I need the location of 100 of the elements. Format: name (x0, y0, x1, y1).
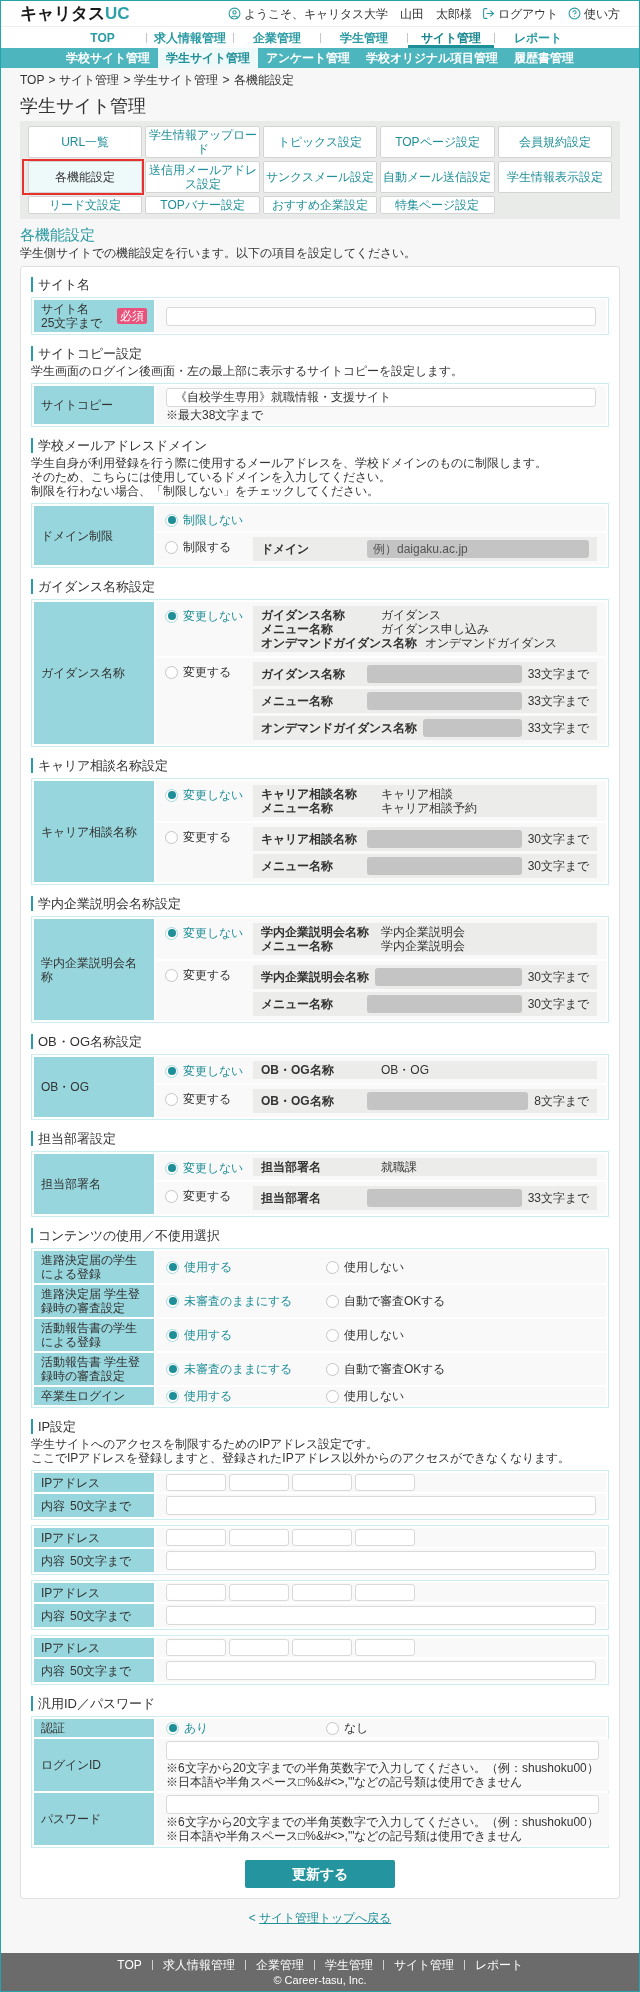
nav-tab[interactable]: 求人情報管理 (146, 27, 233, 48)
footer-link[interactable]: レポート (474, 1957, 523, 1972)
footer-link[interactable]: 企業管理 (255, 1957, 304, 1972)
menu-button[interactable]: リード文設定 (28, 196, 143, 214)
ip-octet-input[interactable] (355, 1584, 415, 1601)
radio-label[interactable]: 使用する (184, 1260, 232, 1274)
breadcrumb-link[interactable]: TOP (20, 73, 45, 87)
menu-button[interactable]: 各機能設定 (28, 161, 143, 193)
radio-label[interactable]: 使用しない (344, 1260, 404, 1274)
radio-button[interactable] (165, 609, 178, 623)
footer-link[interactable]: 求人情報管理 (162, 1957, 235, 1972)
radio-button[interactable] (166, 1328, 179, 1342)
ip-octet-input[interactable] (166, 1474, 226, 1491)
text-input[interactable] (375, 968, 522, 986)
text-input[interactable] (166, 1661, 596, 1680)
footer-link[interactable]: TOP (117, 1957, 142, 1972)
radio-label[interactable]: 変更しない (183, 926, 243, 940)
footer-link[interactable]: サイト管理 (393, 1957, 454, 1972)
sub-nav-tab[interactable]: アンケート管理 (258, 48, 358, 68)
nav-tab[interactable]: 学生管理 (320, 27, 407, 48)
menu-button[interactable]: TOPページ設定 (380, 126, 495, 158)
radio-button[interactable] (326, 1260, 339, 1274)
text-input[interactable] (166, 1606, 596, 1625)
radio-button[interactable] (166, 1260, 179, 1274)
radio-button[interactable] (326, 1294, 339, 1308)
radio-button[interactable] (326, 1721, 339, 1735)
back-link[interactable]: < サイト管理トップへ戻る (248, 1911, 392, 1925)
sub-nav-tab[interactable]: 学校オリジナル項目管理 (358, 48, 506, 68)
text-input[interactable] (367, 1189, 522, 1207)
radio-button[interactable] (165, 830, 178, 844)
radio-button[interactable] (165, 1189, 178, 1203)
ip-octet-input[interactable] (292, 1529, 352, 1546)
ip-octet-input[interactable] (166, 1529, 226, 1546)
nav-tab[interactable]: 企業管理 (233, 27, 320, 48)
radio-label[interactable]: 変更する (183, 665, 231, 679)
menu-button[interactable]: URL一覧 (28, 126, 143, 158)
nav-tab[interactable]: TOP (59, 27, 146, 48)
radio-button[interactable] (166, 1294, 179, 1308)
radio-label[interactable]: 未審査のままにする (184, 1362, 292, 1376)
radio-button[interactable] (326, 1389, 339, 1403)
ip-octet-input[interactable] (229, 1639, 289, 1656)
radio-button[interactable] (166, 1389, 179, 1403)
sub-nav-tab[interactable]: 学生サイト管理 (158, 48, 258, 68)
ip-octet-input[interactable] (292, 1474, 352, 1491)
menu-button[interactable]: 会員規約設定 (497, 126, 612, 158)
radio-button[interactable] (165, 513, 178, 527)
text-input[interactable]: 例）daigaku.ac.jp (367, 540, 589, 558)
radio-label[interactable]: 自動で審査OKする (344, 1362, 446, 1376)
breadcrumb-link[interactable]: サイト管理 (59, 73, 120, 87)
ip-octet-input[interactable] (292, 1639, 352, 1656)
radio-button[interactable] (165, 968, 178, 982)
radio-button[interactable] (165, 665, 178, 679)
text-input[interactable] (367, 1092, 529, 1110)
text-input[interactable] (423, 719, 522, 737)
ip-octet-input[interactable] (166, 1584, 226, 1601)
menu-button[interactable]: おすすめ企業設定 (262, 196, 378, 214)
radio-button[interactable] (165, 540, 178, 554)
text-input[interactable] (166, 1741, 599, 1760)
radio-button[interactable] (165, 1092, 178, 1106)
text-input[interactable] (367, 692, 522, 710)
radio-button[interactable] (165, 788, 178, 802)
menu-button[interactable]: 特集ページ設定 (380, 196, 495, 214)
radio-button[interactable] (326, 1362, 339, 1376)
ip-octet-input[interactable] (355, 1639, 415, 1656)
text-input[interactable] (166, 1795, 599, 1814)
radio-button[interactable] (165, 1064, 178, 1078)
ip-octet-input[interactable] (355, 1529, 415, 1546)
text-input[interactable] (367, 665, 522, 683)
logout-link[interactable]: ログアウト (482, 6, 558, 21)
menu-button[interactable]: 自動メール送信設定 (380, 161, 495, 193)
ip-octet-input[interactable] (355, 1474, 415, 1491)
text-input[interactable] (367, 830, 522, 848)
menu-button[interactable]: サンクスメール設定 (262, 161, 378, 193)
radio-label[interactable]: 変更する (183, 1092, 231, 1106)
radio-label[interactable]: 制限する (183, 540, 231, 554)
menu-button[interactable]: 学生情報アップロード (145, 126, 260, 158)
ip-octet-input[interactable] (229, 1529, 289, 1546)
radio-label[interactable]: 使用する (184, 1389, 232, 1403)
radio-button[interactable] (165, 926, 178, 940)
breadcrumb-link[interactable]: 学生サイト管理 (134, 73, 219, 87)
menu-button[interactable]: 学生情報表示設定 (497, 161, 612, 193)
radio-label[interactable]: 使用する (184, 1328, 232, 1342)
text-input[interactable] (166, 1496, 596, 1515)
radio-label[interactable]: 未審査のままにする (184, 1294, 292, 1308)
radio-label[interactable]: 変更しない (183, 788, 243, 802)
menu-button[interactable]: 送信用メールアドレス設定 (145, 161, 260, 193)
radio-label[interactable]: 変更しない (183, 1064, 243, 1078)
menu-button[interactable]: トピックス設定 (262, 126, 378, 158)
sub-nav-tab[interactable]: 履歴書管理 (506, 48, 582, 68)
text-input[interactable]: 《自校学生専用》就職情報・支援サイト (166, 388, 596, 407)
radio-label[interactable]: 変更しない (183, 1161, 243, 1175)
nav-tab[interactable]: レポート (494, 27, 581, 48)
radio-button[interactable] (326, 1328, 339, 1342)
ip-octet-input[interactable] (229, 1474, 289, 1491)
text-input[interactable] (367, 857, 522, 875)
radio-label[interactable]: 変更する (183, 1189, 231, 1203)
radio-label[interactable]: 変更する (183, 968, 231, 982)
text-input[interactable] (166, 306, 596, 326)
radio-label[interactable]: なし (344, 1721, 368, 1735)
sub-nav-tab[interactable]: 学校サイト管理 (58, 48, 158, 68)
